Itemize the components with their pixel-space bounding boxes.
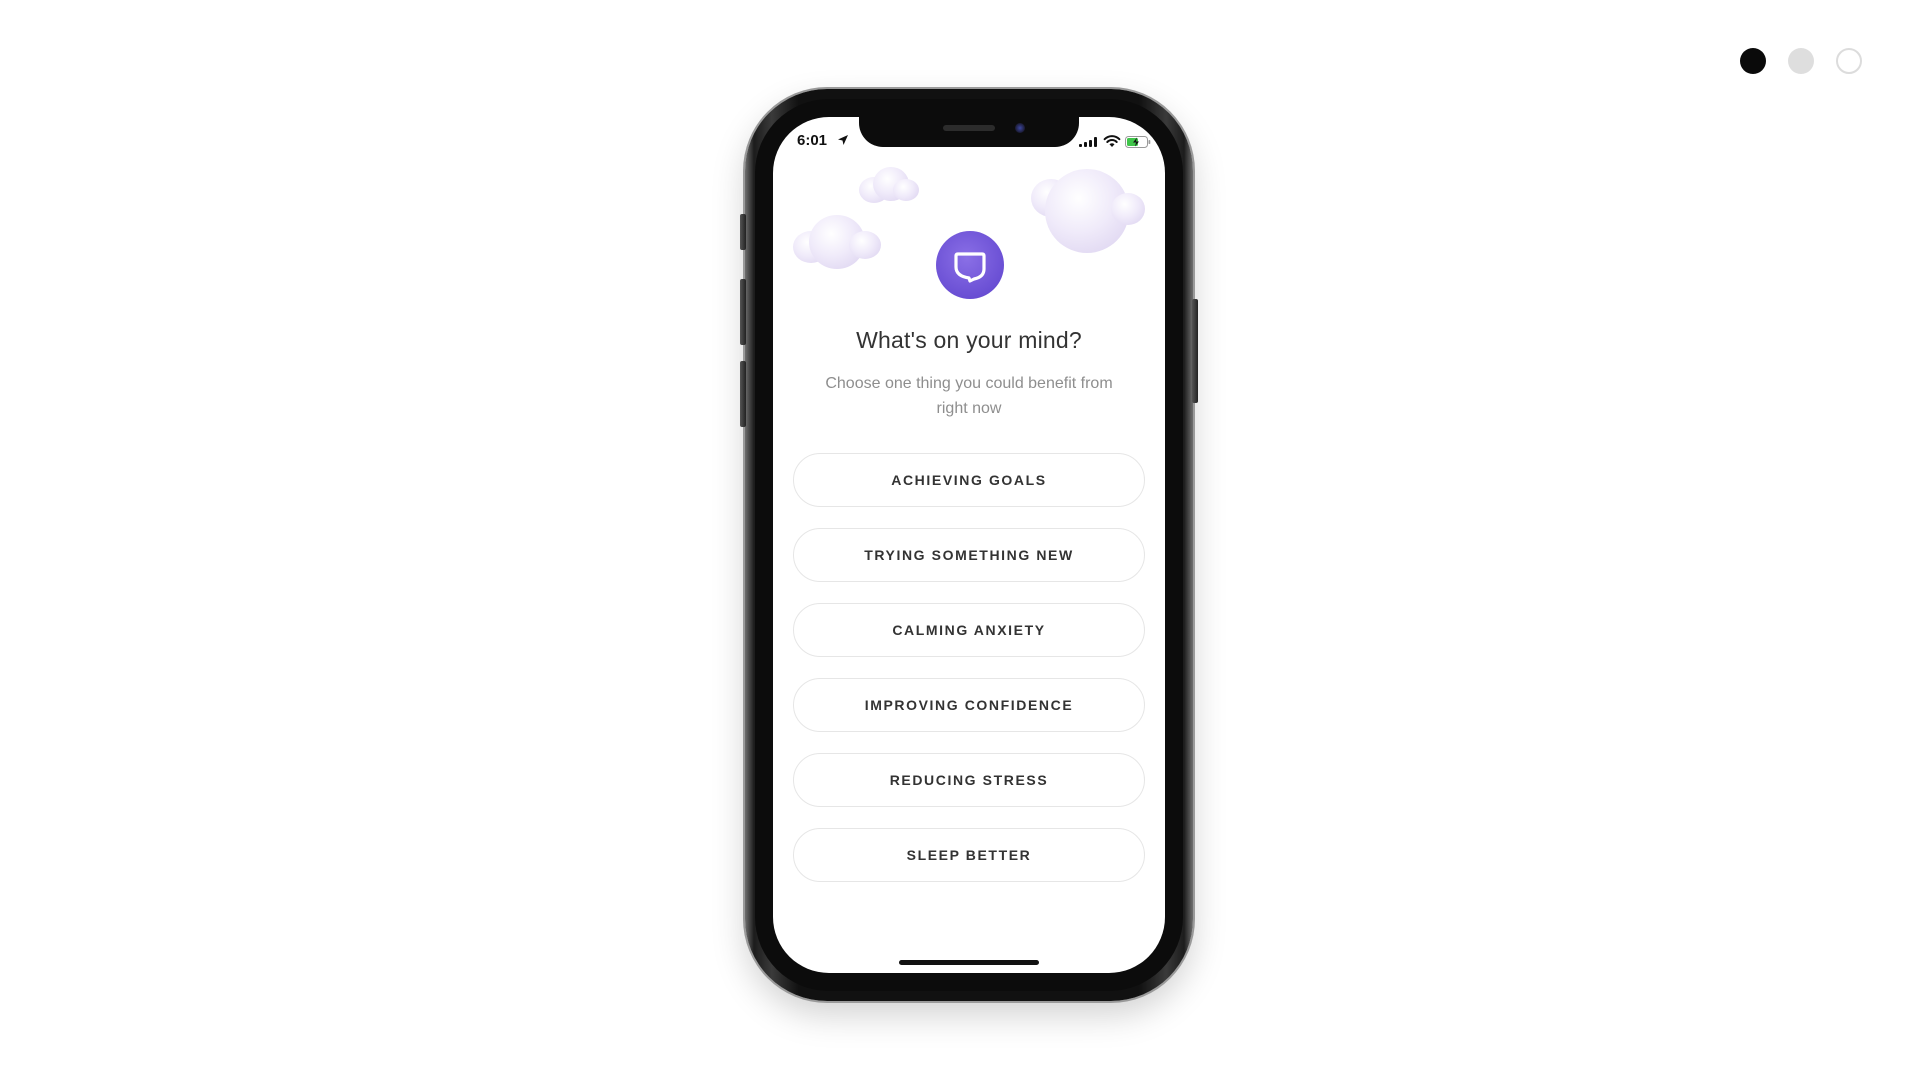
wifi-icon: [1103, 135, 1121, 147]
option-reducing-stress-button[interactable]: REDUCING STRESS: [793, 753, 1145, 807]
option-label: ACHIEVING GOALS: [891, 472, 1047, 488]
option-label: TRYING SOMETHING NEW: [864, 547, 1074, 563]
option-achieving-goals-button[interactable]: ACHIEVING GOALS: [793, 453, 1145, 507]
status-bar: 6:01: [773, 129, 1165, 153]
silent-switch: [740, 214, 746, 250]
volume-up-button: [740, 279, 746, 345]
color-swatches: [1740, 48, 1862, 74]
cloud-decoration-left: [793, 209, 883, 269]
cloud-decoration-right: [1031, 169, 1151, 259]
page-subtitle: Choose one thing you could benefit from …: [825, 375, 1113, 417]
option-sleep-better-button[interactable]: SLEEP BETTER: [793, 828, 1145, 882]
option-trying-something-new-button[interactable]: TRYING SOMETHING NEW: [793, 528, 1145, 582]
status-time: 6:01: [797, 132, 828, 149]
volume-down-button: [740, 361, 746, 427]
battery-charging-icon: [1125, 136, 1151, 148]
option-calming-anxiety-button[interactable]: CALMING ANXIETY: [793, 603, 1145, 657]
phone-screen: 6:01 What's on your mind? Choose one thi…: [773, 117, 1165, 973]
swatch-gray[interactable]: [1788, 48, 1814, 74]
cellular-signal-icon: [1079, 137, 1097, 147]
swatch-white[interactable]: [1836, 48, 1862, 74]
option-label: CALMING ANXIETY: [892, 622, 1046, 638]
option-label: REDUCING STRESS: [889, 772, 1049, 788]
home-indicator[interactable]: [899, 960, 1039, 965]
options-list: ACHIEVING GOALS TRYING SOMETHING NEW CAL…: [793, 453, 1145, 903]
cloud-decoration-small: [859, 167, 921, 207]
option-improving-confidence-button[interactable]: IMPROVING CONFIDENCE: [793, 678, 1145, 732]
power-button: [1192, 299, 1198, 403]
phone-frame: 6:01 What's on your mind? Choose one thi…: [740, 89, 1198, 1001]
page-title: What's on your mind?: [856, 327, 1082, 353]
speech-bubble-icon: [936, 231, 1004, 299]
option-label: SLEEP BETTER: [906, 847, 1032, 863]
swatch-black[interactable]: [1740, 48, 1766, 74]
location-arrow-icon: [838, 135, 848, 145]
option-label: IMPROVING CONFIDENCE: [864, 697, 1074, 713]
